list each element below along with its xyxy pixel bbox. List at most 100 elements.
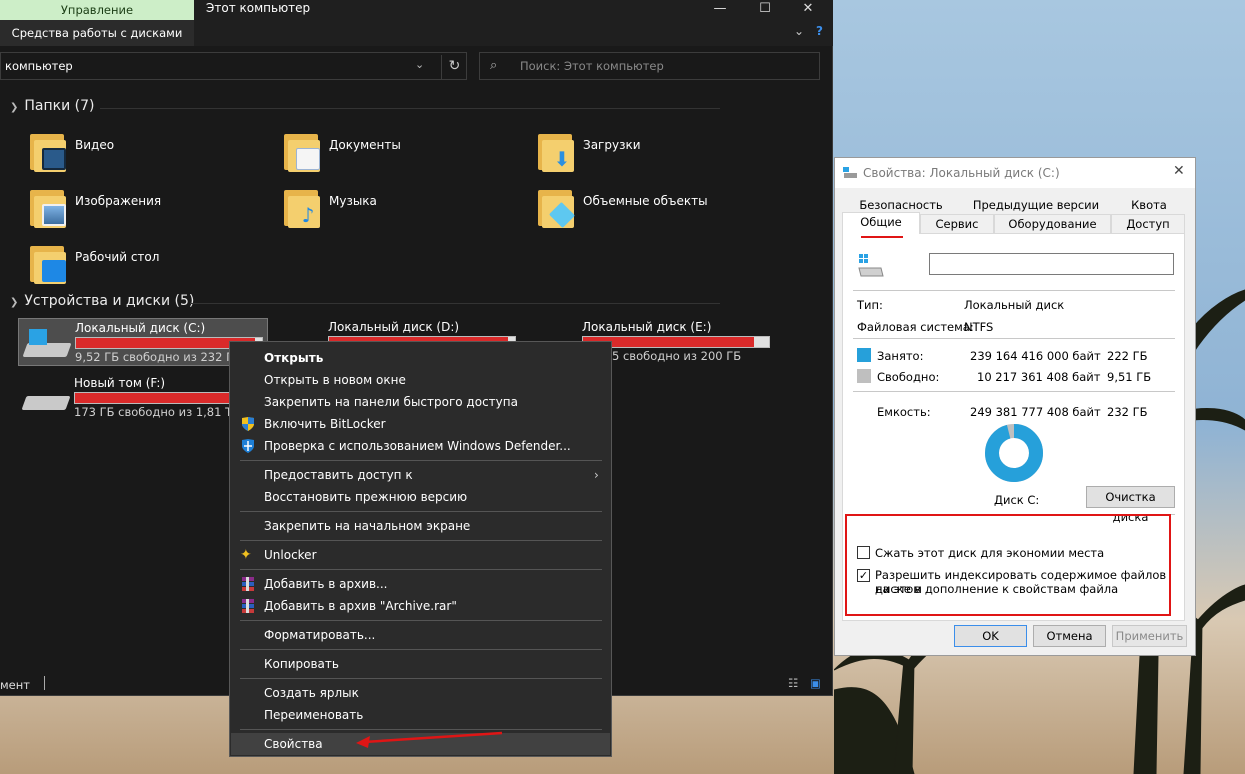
group-header-drives[interactable]: ❯ Устройства и диски (5) [10, 293, 720, 309]
tab-quota[interactable]: Квота [1121, 196, 1177, 215]
search-input[interactable]: Поиск: Этот компьютер [520, 59, 664, 73]
donut-used-slice [985, 424, 1043, 482]
winrar-icon [242, 599, 254, 613]
chevron-down-icon[interactable]: ⌄ [415, 58, 424, 71]
folder-item[interactable]: Объемные объекты [536, 186, 776, 236]
disk-cleanup-button[interactable]: Очистка диска [1086, 486, 1175, 524]
drive-name: Локальный диск (C:) [75, 321, 206, 335]
disk-label: Диск C: [994, 493, 1040, 507]
annotation-highlight-box [845, 514, 1171, 616]
menu-item-copy[interactable]: Копировать [264, 653, 339, 675]
address-text: компьютер [5, 59, 73, 73]
ribbon-bar: Средства работы с дисками ⌄ ? [0, 20, 833, 46]
system-drive-icon [22, 329, 72, 359]
video-folder-icon [28, 130, 66, 172]
annotation-arrow [356, 731, 503, 748]
drive-icon [843, 167, 857, 178]
menu-item-pin-start[interactable]: Закрепить на начальном экране [264, 515, 470, 537]
volume-name-input[interactable] [929, 253, 1174, 275]
folder-item[interactable]: Рабочий стол [28, 242, 268, 292]
close-icon[interactable]: ✕ [1173, 163, 1185, 179]
defender-icon [242, 439, 254, 453]
group-header-folders[interactable]: ❯ Папки (7) [10, 98, 720, 114]
menu-item-bitlocker[interactable]: Включить BitLocker [264, 413, 386, 435]
type-value: Локальный диск [964, 298, 1065, 312]
status-text: мент [0, 678, 30, 692]
dialog-title: Свойства: Локальный диск (C:) [863, 166, 1060, 180]
apply-button[interactable]: Применить [1112, 625, 1187, 647]
chevron-down-icon[interactable]: ⌄ [794, 24, 804, 38]
capacity-label: Емкость: [877, 405, 931, 419]
ribbon-tab-manage[interactable]: Управление [0, 0, 194, 20]
folder-label: Объемные объекты [583, 194, 708, 208]
maximize-button[interactable]: ☐ [745, 0, 785, 20]
menu-item-create-shortcut[interactable]: Создать ярлык [264, 682, 359, 704]
tab-general[interactable]: Общие [842, 212, 920, 234]
winrar-icon [242, 577, 254, 591]
collapse-arrow-icon[interactable]: ❯ [10, 102, 18, 113]
filesystem-label: Файловая система: [857, 320, 974, 334]
menu-item-give-access[interactable]: Предоставить доступ к [264, 464, 413, 486]
menu-item-format[interactable]: Форматировать... [264, 624, 375, 646]
folder-item[interactable]: Изображения [28, 186, 268, 236]
drive-free-space: 9,52 ГБ свободно из 232 ГБ [75, 350, 241, 364]
3d-objects-folder-icon [536, 186, 576, 229]
free-label: Свободно: [877, 370, 940, 384]
search-icon: ⌕ [490, 58, 498, 73]
ribbon-tab-disk-tools[interactable]: Средства работы с дисками [0, 20, 194, 46]
folder-label: Изображения [75, 194, 162, 208]
ok-button[interactable]: OK [954, 625, 1027, 647]
folder-item[interactable]: Документы [282, 130, 522, 180]
folder-item[interactable]: ♪ Музыка [282, 186, 522, 236]
menu-item-add-archive[interactable]: Добавить в архив... [264, 573, 388, 595]
title-bar: Управление Этот компьютер — ☐ ✕ [0, 0, 833, 20]
tab-hardware[interactable]: Оборудование [994, 214, 1111, 233]
menu-item-properties[interactable]: Свойства [264, 733, 323, 755]
unlocker-wand-icon: ✦ [240, 547, 252, 563]
free-size: 9,51 ГБ [1107, 370, 1152, 384]
pictures-folder-icon [28, 186, 66, 228]
close-button[interactable]: ✕ [788, 0, 828, 20]
menu-item-add-archive-rar[interactable]: Добавить в архив "Archive.rar" [264, 595, 457, 617]
window-title: Этот компьютер [206, 1, 311, 15]
group-title: Папки (7) [24, 98, 95, 114]
drive-name: Новый том (F:) [74, 376, 166, 390]
menu-item-unlocker[interactable]: Unlocker [264, 544, 317, 566]
music-folder-icon: ♪ [282, 186, 320, 228]
menu-item-defender-scan[interactable]: Проверка с использованием Windows Defend… [264, 435, 571, 457]
type-label: Тип: [857, 298, 883, 312]
submenu-arrow-icon: › [594, 468, 599, 482]
address-bar[interactable]: компьютер ⌄ ↻ [0, 52, 467, 80]
tab-service[interactable]: Сервис [920, 214, 994, 233]
refresh-icon[interactable]: ↻ [441, 55, 467, 79]
drive-name: Локальный диск (D:) [328, 320, 460, 334]
folder-item[interactable]: ⬇ Загрузки [536, 130, 776, 180]
drive-free-space: 173 ГБ свободно из 1,81 ТБ [74, 405, 241, 419]
used-label: Занято: [877, 349, 924, 363]
tab-previous-versions[interactable]: Предыдущие версии [971, 196, 1101, 215]
cancel-button[interactable]: Отмена [1033, 625, 1106, 647]
tiles-view-icon[interactable]: ▣ [810, 676, 821, 690]
search-box[interactable]: ⌕ Поиск: Этот компьютер [479, 52, 820, 80]
folder-item[interactable]: Видео [28, 130, 268, 180]
menu-item-rename[interactable]: Переименовать [264, 704, 363, 726]
minimize-button[interactable]: — [700, 0, 740, 20]
menu-item-open-new-window[interactable]: Открыть в новом окне [264, 369, 406, 391]
help-icon[interactable]: ? [816, 24, 823, 38]
details-view-icon[interactable]: ☷ [788, 676, 798, 690]
desktop-folder-icon [28, 242, 66, 284]
tab-sharing[interactable]: Доступ [1111, 214, 1185, 233]
menu-item-pin-quick-access[interactable]: Закрепить на панели быстрого доступа [264, 391, 518, 413]
used-size: 222 ГБ [1107, 349, 1148, 363]
menu-item-restore-version[interactable]: Восстановить прежнюю версию [264, 486, 467, 508]
free-bytes: 10 217 361 408 байт [977, 370, 1101, 384]
used-bytes: 239 164 416 000 байт [970, 349, 1101, 363]
folder-label: Документы [329, 138, 401, 152]
group-title: Устройства и диски (5) [24, 293, 195, 309]
downloads-folder-icon: ⬇ [536, 130, 574, 172]
disk-usage-donut [985, 424, 1043, 482]
collapse-arrow-icon[interactable]: ❯ [10, 297, 18, 308]
tab-underline [861, 236, 903, 238]
drive-name: Локальный диск (E:) [582, 320, 712, 334]
menu-item-open[interactable]: Открыть [264, 347, 323, 369]
